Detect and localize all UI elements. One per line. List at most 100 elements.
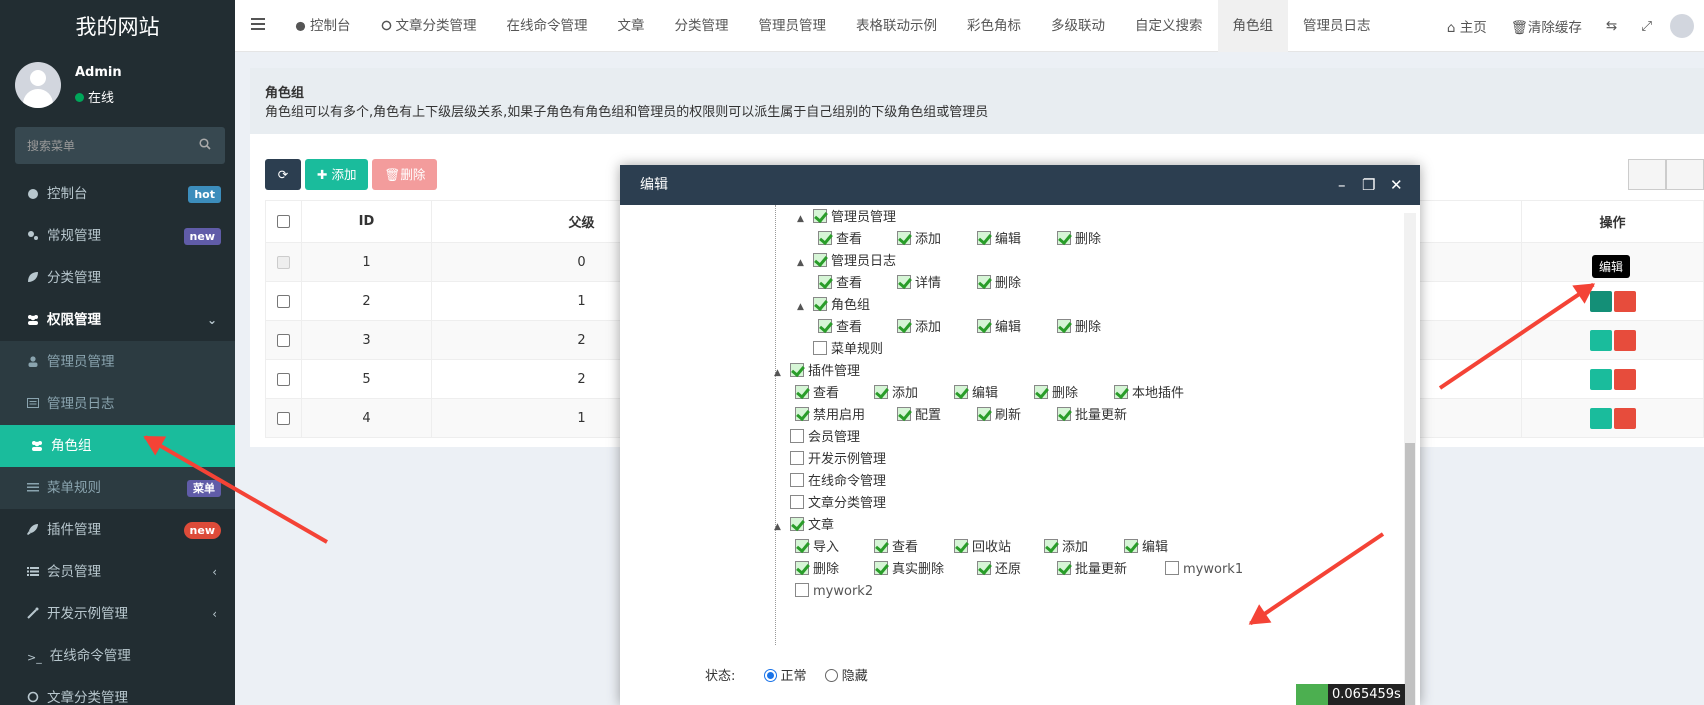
- status-normal-radio[interactable]: [763, 669, 777, 682]
- tree-toggle-icon[interactable]: ▲: [797, 253, 813, 273]
- edit-button[interactable]: [1589, 368, 1612, 390]
- tree-checkbox[interactable]: [954, 539, 968, 553]
- tree-leaf[interactable]: 删除: [1034, 384, 1078, 404]
- refresh-button[interactable]: ⟳: [265, 159, 301, 190]
- tree-node-admin-log[interactable]: ▲ 管理员日志: [797, 252, 896, 272]
- row-checkbox[interactable]: [277, 333, 290, 347]
- tree-node-mywork2[interactable]: mywork2: [795, 582, 873, 602]
- tree-toggle-icon[interactable]: ▲: [797, 209, 813, 229]
- tree-checkbox[interactable]: [977, 319, 991, 333]
- delete-row-button[interactable]: [1613, 368, 1636, 390]
- tab-category[interactable]: 分类管理: [660, 0, 744, 52]
- tree-node-menu-rule[interactable]: 菜单规则: [813, 340, 883, 360]
- tree-checkbox[interactable]: [874, 539, 888, 553]
- tree-leaf[interactable]: 添加: [897, 230, 941, 250]
- search-input[interactable]: [15, 127, 185, 164]
- tree-checkbox[interactable]: [795, 539, 809, 553]
- tree-checkbox[interactable]: [795, 407, 809, 421]
- fullscreen-icon[interactable]: ⤢: [1629, 18, 1664, 34]
- tree-checkbox[interactable]: [1124, 539, 1138, 553]
- sidebar-item-member[interactable]: 会员管理 ‹: [0, 551, 235, 593]
- select-all-checkbox[interactable]: [277, 215, 290, 228]
- tab-article[interactable]: 文章: [603, 0, 660, 52]
- tree-leaf[interactable]: 添加: [1044, 538, 1088, 558]
- tab-role-group[interactable]: 角色组: [1217, 0, 1288, 52]
- tree-leaf[interactable]: 配置: [897, 406, 941, 426]
- row-checkbox[interactable]: [277, 294, 290, 308]
- tab-cascade[interactable]: 多级联动: [1036, 0, 1120, 52]
- tree-checkbox[interactable]: [1044, 539, 1058, 553]
- tree-checkbox[interactable]: [1034, 385, 1048, 399]
- tree-leaf[interactable]: 编辑: [977, 230, 1021, 250]
- tree-node-online-cmd[interactable]: 在线命令管理: [790, 472, 886, 492]
- tree-checkbox[interactable]: [790, 451, 804, 465]
- tree-checkbox[interactable]: [977, 407, 991, 421]
- tree-node-dev-example[interactable]: 开发示例管理: [790, 450, 886, 470]
- row-checkbox[interactable]: [277, 372, 290, 386]
- tab-admin-log[interactable]: 管理员日志: [1288, 0, 1386, 52]
- tree-leaf[interactable]: 删除: [1057, 318, 1101, 338]
- tree-node-plugin[interactable]: ▲ 插件管理: [774, 362, 860, 382]
- tree-node-article-cat[interactable]: 文章分类管理: [790, 494, 886, 514]
- status-hidden-label[interactable]: 隐藏: [842, 669, 868, 684]
- tree-leaf[interactable]: 查看: [818, 318, 862, 338]
- tree-checkbox[interactable]: [1114, 385, 1128, 399]
- tree-leaf[interactable]: 查看: [874, 538, 918, 558]
- tree-checkbox[interactable]: [790, 473, 804, 487]
- tree-checkbox[interactable]: [874, 561, 888, 575]
- tree-leaf[interactable]: 编辑: [954, 384, 998, 404]
- sidebar-item-admin-log[interactable]: 管理员日志: [0, 383, 235, 425]
- tree-checkbox[interactable]: [795, 385, 809, 399]
- tree-checkbox[interactable]: [977, 231, 991, 245]
- tree-checkbox[interactable]: [818, 231, 832, 245]
- tree-checkbox[interactable]: [897, 275, 911, 289]
- tree-checkbox[interactable]: [790, 363, 804, 377]
- sidebar-item-general[interactable]: 常规管理 new: [0, 215, 235, 257]
- status-normal-label[interactable]: 正常: [781, 669, 807, 684]
- tree-checkbox[interactable]: [813, 209, 827, 223]
- edit-button[interactable]: [1589, 329, 1612, 351]
- tab-color-badge[interactable]: 彩色角标: [952, 0, 1036, 52]
- sidebar-item-admin[interactable]: 管理员管理: [0, 341, 235, 383]
- search-icon[interactable]: [199, 138, 211, 150]
- sidebar-item-online-cmd[interactable]: >_ 在线命令管理: [0, 635, 235, 677]
- tree-leaf[interactable]: 批量更新: [1057, 560, 1127, 580]
- tab-online-cmd[interactable]: 在线命令管理: [492, 0, 603, 52]
- delete-row-button[interactable]: [1613, 329, 1636, 351]
- site-title[interactable]: 我的网站: [0, 0, 235, 55]
- scrollbar-thumb[interactable]: [1405, 443, 1415, 705]
- modal-scrollbar[interactable]: [1404, 213, 1416, 705]
- grid-view-button[interactable]: [1666, 159, 1704, 190]
- tree-leaf[interactable]: 编辑: [977, 318, 1021, 338]
- tree-checkbox[interactable]: [977, 275, 991, 289]
- tab-custom-search[interactable]: 自定义搜索: [1120, 0, 1218, 52]
- tree-checkbox[interactable]: [954, 385, 968, 399]
- tree-leaf[interactable]: 批量更新: [1057, 406, 1127, 426]
- tree-leaf[interactable]: 禁用启用: [795, 406, 865, 426]
- sidebar-item-dev-example[interactable]: 开发示例管理 ‹: [0, 593, 235, 635]
- tree-leaf[interactable]: 添加: [897, 318, 941, 338]
- sidebar-item-dashboard[interactable]: 控制台 hot: [0, 173, 235, 215]
- tree-leaf[interactable]: 导入: [795, 538, 839, 558]
- edit-button[interactable]: [1589, 407, 1612, 429]
- delete-button[interactable]: 🗑删除: [372, 159, 438, 190]
- tree-toggle-icon[interactable]: ▲: [774, 517, 790, 537]
- home-link[interactable]: ⌂ 主页: [1435, 16, 1499, 36]
- tree-toggle-icon[interactable]: ▲: [774, 363, 790, 383]
- tab-table-link[interactable]: 表格联动示例: [841, 0, 952, 52]
- tree-checkbox[interactable]: [790, 517, 804, 531]
- tab-admin[interactable]: 管理员管理: [744, 0, 842, 52]
- sidebar-item-role-group[interactable]: 角色组: [0, 425, 235, 467]
- tree-checkbox[interactable]: [790, 495, 804, 509]
- tree-leaf[interactable]: 回收站: [954, 538, 1011, 558]
- tree-leaf[interactable]: 查看: [818, 230, 862, 250]
- delete-row-button[interactable]: [1613, 290, 1636, 312]
- sidebar-item-plugin[interactable]: 插件管理 new: [0, 509, 235, 551]
- tree-checkbox[interactable]: [1057, 561, 1071, 575]
- tree-leaf[interactable]: 本地插件: [1114, 384, 1184, 404]
- clear-cache-link[interactable]: 🗑清除缓存: [1499, 16, 1594, 36]
- tree-checkbox[interactable]: [897, 231, 911, 245]
- tree-toggle-icon[interactable]: ▲: [797, 297, 813, 317]
- row-checkbox[interactable]: [277, 411, 290, 425]
- maximize-icon[interactable]: ❐: [1362, 165, 1375, 205]
